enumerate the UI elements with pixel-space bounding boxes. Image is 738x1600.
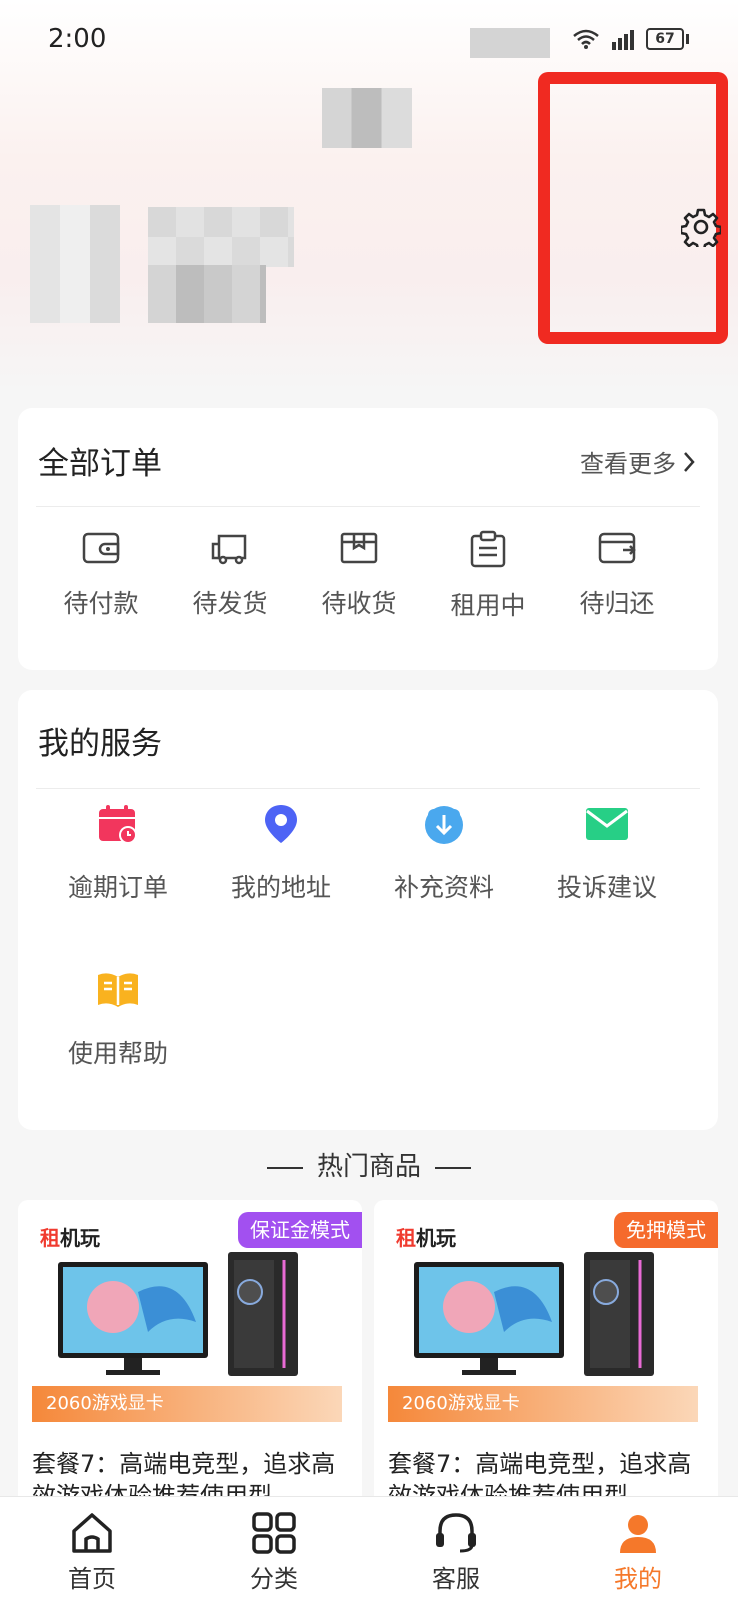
- order-status-to-receive[interactable]: 待收货: [294, 530, 424, 620]
- order-status-to-ship[interactable]: 待发货: [165, 530, 295, 620]
- mail-icon: [586, 808, 628, 840]
- orders-title: 全部订单: [38, 446, 162, 482]
- order-status-to-return[interactable]: 待归还: [552, 530, 682, 620]
- view-more-link[interactable]: 查看更多: [580, 444, 696, 479]
- avatar[interactable]: [30, 205, 120, 323]
- service-label: 使用帮助: [67, 1039, 168, 1068]
- hot-products-heading: 热门商品: [0, 1146, 738, 1183]
- orders-card: 全部订单 查看更多 待付款 待发货 待收货 租用中 待归还: [18, 408, 718, 670]
- divider: [36, 788, 700, 789]
- view-more-label: 查看更多: [580, 450, 676, 478]
- package-box-icon: [340, 532, 378, 564]
- order-status-pending-payment[interactable]: 待付款: [36, 530, 166, 620]
- tab-category[interactable]: 分类: [224, 1511, 324, 1594]
- product-image: [58, 1252, 298, 1376]
- upload-cloud-icon: [425, 806, 463, 844]
- services-title: 我的服务: [38, 726, 162, 762]
- service-supplement-info[interactable]: 补充资料: [364, 802, 524, 904]
- hot-products-title: 热门商品: [316, 1152, 421, 1182]
- order-status-label: 待发货: [192, 589, 268, 618]
- mode-badge: 免押模式: [614, 1212, 718, 1248]
- cellular-signal-icon: [612, 30, 634, 50]
- category-grid-icon: [252, 1512, 296, 1554]
- service-help[interactable]: 使用帮助: [38, 968, 198, 1070]
- delivery-truck-icon: [211, 534, 247, 565]
- settings-button[interactable]: [680, 206, 722, 248]
- battery-tip: [686, 34, 689, 44]
- tab-profile[interactable]: 我的: [588, 1511, 688, 1594]
- service-label: 投诉建议: [556, 873, 657, 902]
- gear-icon: [681, 208, 721, 247]
- tab-home[interactable]: 首页: [42, 1511, 142, 1594]
- page-title-blurred: [322, 88, 412, 148]
- brand-logo: 租机玩: [40, 1226, 100, 1250]
- service-label: 逾期订单: [67, 873, 168, 902]
- mode-badge: 保证金模式: [238, 1212, 362, 1248]
- status-time: 2:00: [48, 24, 107, 54]
- order-status-label: 租用中: [450, 591, 526, 620]
- username-blurred-2: [148, 237, 294, 267]
- tab-label: 分类: [250, 1565, 298, 1593]
- order-status-label: 待收货: [321, 589, 397, 618]
- calendar-clock-icon: [99, 805, 137, 844]
- location-pin-icon: [265, 805, 297, 843]
- divider: [266, 1166, 303, 1169]
- profile-icon: [620, 1515, 656, 1553]
- service-label: 补充资料: [393, 873, 494, 902]
- brand-logo: 租机玩: [396, 1226, 456, 1250]
- services-card: 我的服务 逾期订单 我的地址 补充资料 投诉建议 使用帮助: [18, 690, 718, 1130]
- status-bar: 2:00 67: [0, 0, 738, 82]
- return-card-icon: [598, 532, 636, 564]
- bottom-tab-bar: 首页 分类 客服 我的: [0, 1496, 738, 1600]
- tab-customer-service[interactable]: 客服: [406, 1511, 506, 1594]
- help-book-icon: [98, 973, 138, 1007]
- service-overdue-orders[interactable]: 逾期订单: [38, 802, 198, 904]
- user-id-blurred: [148, 265, 266, 323]
- order-status-label: 待归还: [579, 589, 655, 618]
- battery-indicator: 67: [646, 28, 684, 50]
- clipboard-icon: [470, 530, 506, 568]
- status-icons: 67: [572, 28, 689, 50]
- tab-label: 我的: [614, 1565, 662, 1593]
- status-network-speed-blurred: [470, 28, 550, 58]
- username-blurred: [148, 207, 294, 237]
- headset-icon: [436, 1513, 476, 1553]
- gpu-tag: 2060游戏显卡: [388, 1386, 698, 1422]
- product-card[interactable]: 租机玩 免押模式 2060游戏显卡 套餐7：高端电竞型，追求高效游戏体验推荐使用…: [374, 1200, 718, 1510]
- chevron-right-icon: [684, 451, 695, 472]
- home-icon: [72, 1513, 112, 1553]
- divider: [435, 1166, 471, 1169]
- tab-label: 客服: [432, 1565, 480, 1593]
- wallet-icon: [82, 532, 120, 564]
- product-image: [414, 1252, 654, 1376]
- service-my-address[interactable]: 我的地址: [201, 802, 361, 904]
- service-complaints[interactable]: 投诉建议: [527, 802, 687, 904]
- service-label: 我的地址: [230, 873, 331, 902]
- wifi-icon: [573, 29, 599, 49]
- product-card[interactable]: 租机玩 保证金模式 2060游戏显卡 套餐7：高端电竞型，追求高效游戏体验推荐使…: [18, 1200, 362, 1510]
- tab-label: 首页: [68, 1565, 116, 1593]
- gpu-tag: 2060游戏显卡: [32, 1386, 342, 1422]
- order-status-renting[interactable]: 租用中: [423, 530, 553, 622]
- order-status-label: 待付款: [63, 589, 139, 618]
- divider: [36, 506, 700, 507]
